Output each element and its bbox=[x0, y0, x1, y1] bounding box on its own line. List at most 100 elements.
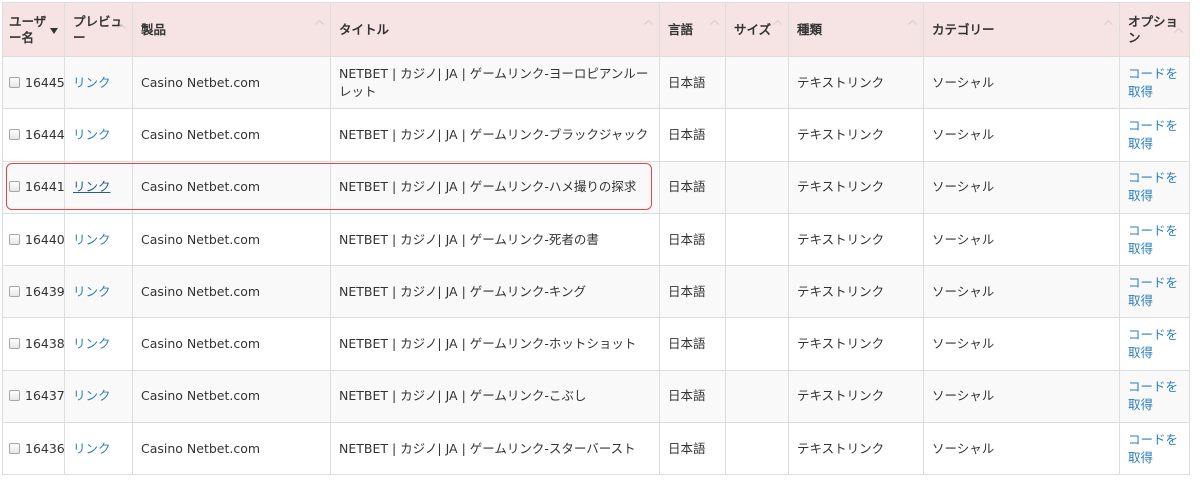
sort-icon bbox=[117, 23, 126, 29]
column-header-user-label: ユーザー名 bbox=[9, 13, 47, 45]
get-code-link[interactable]: コードを取得 bbox=[1128, 327, 1178, 360]
row-select-checkbox[interactable] bbox=[9, 285, 20, 297]
row-id: 16437 bbox=[25, 388, 65, 404]
table-row: 16439 リンク Casino Netbet.com NETBET | カジノ… bbox=[2, 265, 1190, 319]
title-cell: NETBET | カジノ| JA | ゲームリンク-死者の書 bbox=[330, 212, 660, 267]
row-select-checkbox[interactable] bbox=[9, 76, 20, 88]
get-code-link[interactable]: コードを取得 bbox=[1128, 275, 1178, 308]
row-select-checkbox[interactable] bbox=[9, 442, 20, 454]
size-cell bbox=[725, 422, 789, 476]
product-cell: Casino Netbet.com bbox=[132, 317, 331, 371]
sort-icon bbox=[644, 19, 653, 25]
get-code-link[interactable]: コードを取得 bbox=[1128, 379, 1178, 412]
banner-table-container: ユーザー名 プレビュー 製品 タイトル 言語 サイズ 種類 カテゴリー オプショ… bbox=[0, 0, 1200, 486]
options-cell: コードを取得 bbox=[1119, 160, 1190, 214]
preview-link[interactable]: リンク bbox=[73, 388, 111, 403]
product-cell: Casino Netbet.com bbox=[132, 108, 331, 162]
preview-link[interactable]: リンク bbox=[73, 179, 111, 194]
kind-cell: テキストリンク bbox=[788, 108, 924, 162]
row-select-checkbox[interactable] bbox=[9, 390, 20, 402]
options-cell: コードを取得 bbox=[1119, 265, 1190, 319]
size-cell bbox=[725, 108, 789, 162]
options-cell: コードを取得 bbox=[1119, 369, 1190, 424]
column-header-language[interactable]: 言語 bbox=[659, 2, 726, 57]
preview-link[interactable]: リンク bbox=[73, 75, 111, 90]
title-cell: NETBET | カジノ| JA | ゲームリンク-ヨーロピアンルーレット bbox=[330, 55, 660, 110]
column-header-options[interactable]: オプション bbox=[1119, 2, 1190, 57]
column-header-options-label: オプション bbox=[1128, 13, 1179, 45]
column-header-size-label: サイズ bbox=[734, 21, 772, 37]
column-header-size[interactable]: サイズ bbox=[725, 2, 789, 57]
get-code-link[interactable]: コードを取得 bbox=[1128, 118, 1178, 151]
preview-link[interactable]: リンク bbox=[73, 441, 111, 456]
column-header-kind[interactable]: 種類 bbox=[788, 2, 924, 57]
options-cell: コードを取得 bbox=[1119, 55, 1190, 110]
title-cell: NETBET | カジノ| JA | ゲームリンク-ブラックジャック bbox=[330, 108, 660, 162]
row-id: 16438 bbox=[25, 336, 65, 352]
banner-table: ユーザー名 プレビュー 製品 タイトル 言語 サイズ 種類 カテゴリー オプショ… bbox=[2, 2, 1190, 476]
language-cell: 日本語 bbox=[659, 265, 726, 319]
language-cell: 日本語 bbox=[659, 55, 726, 110]
row-select-checkbox[interactable] bbox=[9, 128, 20, 140]
preview-cell: リンク bbox=[64, 265, 133, 319]
category-cell: ソーシャル bbox=[923, 265, 1120, 319]
sort-icon bbox=[773, 19, 782, 25]
title-cell: NETBET | カジノ| JA | ゲームリンク-こぶし bbox=[330, 369, 660, 424]
row-id: 16444 bbox=[25, 126, 65, 142]
row-select-checkbox[interactable] bbox=[9, 233, 20, 245]
sort-icon bbox=[315, 19, 324, 25]
column-header-product[interactable]: 製品 bbox=[132, 2, 331, 57]
get-code-link[interactable]: コードを取得 bbox=[1128, 223, 1178, 256]
category-cell: ソーシャル bbox=[923, 55, 1120, 110]
sort-desc-icon bbox=[50, 28, 58, 34]
preview-link[interactable]: リンク bbox=[73, 127, 111, 142]
options-cell: コードを取得 bbox=[1119, 317, 1190, 371]
get-code-link[interactable]: コードを取得 bbox=[1128, 432, 1178, 465]
kind-cell: テキストリンク bbox=[788, 369, 924, 424]
column-header-title[interactable]: タイトル bbox=[330, 2, 660, 57]
product-cell: Casino Netbet.com bbox=[132, 265, 331, 319]
size-cell bbox=[725, 265, 789, 319]
preview-cell: リンク bbox=[64, 422, 133, 476]
preview-cell: リンク bbox=[64, 212, 133, 267]
preview-link[interactable]: リンク bbox=[73, 284, 111, 299]
category-cell: ソーシャル bbox=[923, 108, 1120, 162]
category-cell: ソーシャル bbox=[923, 369, 1120, 424]
preview-link[interactable]: リンク bbox=[73, 336, 111, 351]
column-header-category[interactable]: カテゴリー bbox=[923, 2, 1120, 57]
category-cell: ソーシャル bbox=[923, 212, 1120, 267]
row-id-cell: 16438 bbox=[2, 317, 65, 371]
row-select-checkbox[interactable] bbox=[9, 338, 20, 350]
size-cell bbox=[725, 317, 789, 371]
get-code-link[interactable]: コードを取得 bbox=[1128, 66, 1178, 99]
table-row: 16441 リンク Casino Netbet.com NETBET | カジノ… bbox=[2, 160, 1190, 214]
table-row: 16438 リンク Casino Netbet.com NETBET | カジノ… bbox=[2, 317, 1190, 371]
kind-cell: テキストリンク bbox=[788, 317, 924, 371]
row-id: 16439 bbox=[25, 283, 65, 299]
sort-icon bbox=[908, 19, 917, 25]
title-cell: NETBET | カジノ| JA | ゲームリンク-ハメ撮りの探求 bbox=[330, 160, 660, 214]
options-cell: コードを取得 bbox=[1119, 108, 1190, 162]
table-row: 16437 リンク Casino Netbet.com NETBET | カジノ… bbox=[2, 369, 1190, 424]
preview-link[interactable]: リンク bbox=[73, 232, 111, 247]
column-header-user[interactable]: ユーザー名 bbox=[2, 2, 65, 57]
sort-icon bbox=[1104, 19, 1113, 25]
column-header-preview[interactable]: プレビュー bbox=[64, 2, 133, 57]
product-cell: Casino Netbet.com bbox=[132, 160, 331, 214]
preview-cell: リンク bbox=[64, 160, 133, 214]
size-cell bbox=[725, 212, 789, 267]
column-header-category-label: カテゴリー bbox=[932, 21, 995, 37]
row-id-cell: 16440 bbox=[2, 212, 65, 267]
row-select-checkbox[interactable] bbox=[9, 181, 20, 193]
kind-cell: テキストリンク bbox=[788, 55, 924, 110]
preview-cell: リンク bbox=[64, 55, 133, 110]
kind-cell: テキストリンク bbox=[788, 212, 924, 267]
kind-cell: テキストリンク bbox=[788, 160, 924, 214]
column-header-product-label: 製品 bbox=[141, 21, 167, 37]
column-header-language-label: 言語 bbox=[668, 21, 694, 37]
title-cell: NETBET | カジノ| JA | ゲームリンク-スターバースト bbox=[330, 422, 660, 476]
get-code-link[interactable]: コードを取得 bbox=[1128, 170, 1178, 203]
language-cell: 日本語 bbox=[659, 160, 726, 214]
row-id-cell: 16437 bbox=[2, 369, 65, 424]
product-cell: Casino Netbet.com bbox=[132, 422, 331, 476]
